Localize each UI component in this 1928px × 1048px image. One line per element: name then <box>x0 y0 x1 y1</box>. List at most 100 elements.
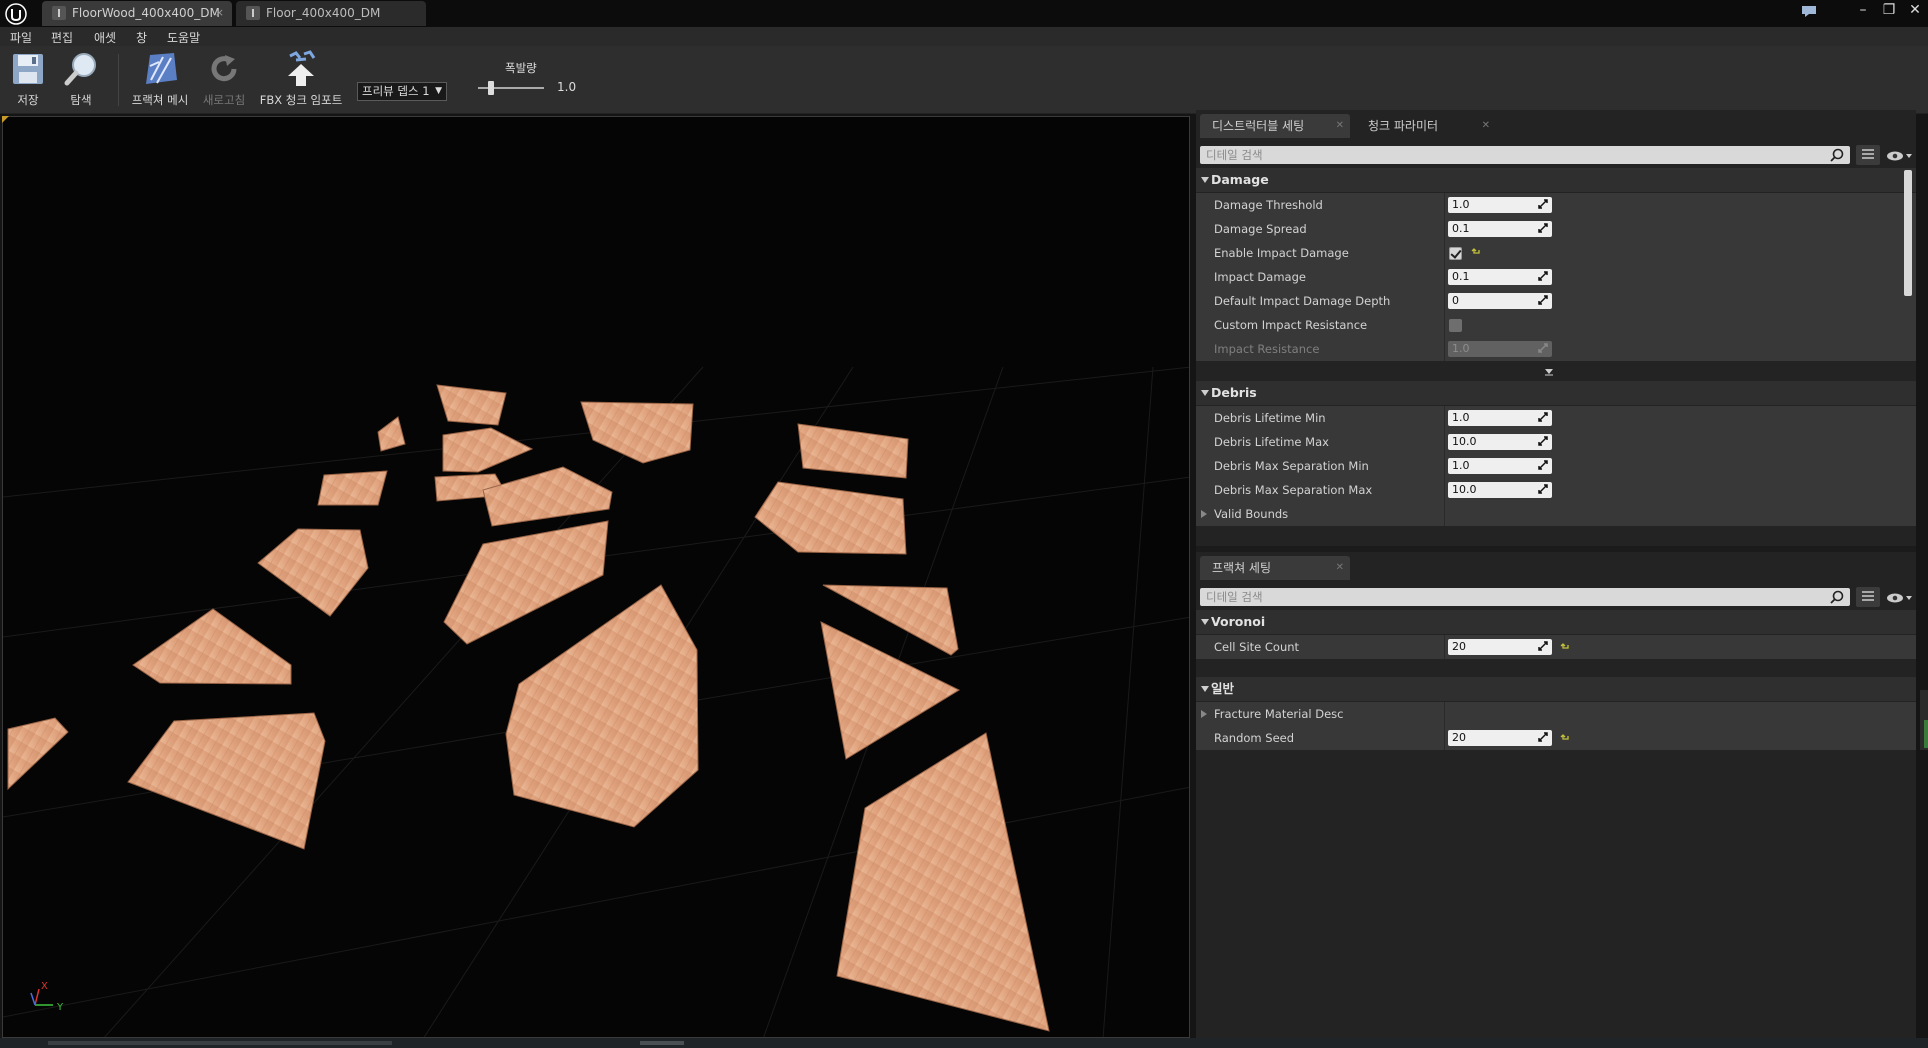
random-seed-input[interactable]: 20 <box>1448 730 1552 746</box>
close-icon[interactable]: × <box>215 1 224 25</box>
close-icon[interactable]: ✕ <box>1336 114 1344 138</box>
property-debris-lifetime-max: Debris Lifetime Max 10.0 <box>1196 430 1916 454</box>
debris-lifetime-min-input[interactable]: 1.0 <box>1448 410 1552 426</box>
column-splitter[interactable] <box>1444 406 1445 430</box>
property-matrix-button[interactable] <box>1856 587 1880 607</box>
panel-divider[interactable] <box>1196 546 1916 552</box>
column-splitter[interactable] <box>1444 265 1445 289</box>
column-splitter[interactable] <box>1444 478 1445 502</box>
category-voronoi[interactable]: Voronoi <box>1196 610 1916 634</box>
column-splitter[interactable] <box>1444 454 1445 478</box>
details-scrollbar[interactable] <box>1904 170 1912 296</box>
category-damage[interactable]: Damage <box>1196 168 1916 192</box>
document-tab-floor[interactable]: Floor_400x400_DM <box>236 1 426 26</box>
tab-chunk-parameters[interactable]: 청크 파라미터 ✕ <box>1356 114 1496 138</box>
column-splitter[interactable] <box>1444 430 1445 454</box>
menu-edit[interactable]: 편집 <box>51 29 73 46</box>
document-tab-floorwood[interactable]: FloorWood_400x400_DM × <box>42 1 232 26</box>
fracture-mesh-button[interactable]: 프랙쳐 메시 <box>130 50 190 108</box>
refresh-button[interactable]: 새로고침 <box>200 50 248 108</box>
view-options-button[interactable] <box>1886 148 1914 162</box>
spin-arrows-icon <box>1538 732 1548 742</box>
numeric-value: 1.0 <box>1452 411 1470 424</box>
menu-window[interactable]: 창 <box>136 29 147 46</box>
damage-threshold-input[interactable]: 1.0 <box>1448 197 1552 213</box>
viewport-scene: X Y <box>3 366 1189 1037</box>
spin-arrows-icon <box>1538 436 1548 446</box>
property-label: Debris Max Separation Max <box>1214 483 1373 497</box>
save-button[interactable]: 저장 <box>8 50 48 108</box>
close-icon[interactable]: ✕ <box>1482 114 1490 138</box>
debris-max-separation-max-input[interactable]: 10.0 <box>1448 482 1552 498</box>
destructible-mesh-icon <box>246 6 260 20</box>
cell-site-count-input[interactable]: 20 <box>1448 639 1552 655</box>
default-impact-damage-depth-input[interactable]: 0 <box>1448 293 1552 309</box>
fracture-search-input[interactable] <box>1206 588 1816 606</box>
property-valid-bounds[interactable]: Valid Bounds <box>1196 502 1916 526</box>
column-splitter[interactable] <box>1444 193 1445 217</box>
minimize-icon[interactable]: – <box>1850 0 1876 22</box>
browse-button[interactable]: 탐색 <box>60 50 102 108</box>
tab-label: 프랙쳐 세팅 <box>1212 561 1272 575</box>
debris-max-separation-min-input[interactable]: 1.0 <box>1448 458 1552 474</box>
column-splitter[interactable] <box>1444 241 1445 265</box>
tab-fracture-settings[interactable]: 프랙쳐 세팅 ✕ <box>1200 556 1350 580</box>
column-splitter[interactable] <box>1444 313 1445 337</box>
enable-impact-damage-checkbox[interactable] <box>1449 247 1462 260</box>
category-debris[interactable]: Debris <box>1196 381 1916 405</box>
menu-help[interactable]: 도움말 <box>167 29 200 46</box>
reset-to-default-icon[interactable] <box>1560 642 1570 652</box>
refresh-icon <box>211 55 237 82</box>
advanced-expand-icon[interactable] <box>1544 368 1554 376</box>
menu-asset[interactable]: 애셋 <box>94 29 116 46</box>
horizontal-scrollbar-thumb[interactable] <box>640 1041 684 1045</box>
property-matrix-button[interactable] <box>1856 145 1880 165</box>
column-splitter[interactable] <box>1444 635 1445 659</box>
property-label: Enable Impact Damage <box>1214 246 1349 260</box>
column-splitter[interactable] <box>1444 217 1445 241</box>
menu-bar: 파일 편집 애셋 창 도움말 <box>0 27 1928 46</box>
category-title: Damage <box>1211 172 1269 187</box>
debris-lifetime-max-input[interactable]: 10.0 <box>1448 434 1552 450</box>
close-icon[interactable]: ✕ <box>1336 556 1344 580</box>
property-label: Debris Lifetime Max <box>1214 435 1329 449</box>
details-search-input[interactable] <box>1206 146 1816 164</box>
toolbar: 저장 탐색 프랙쳐 메시 새로고침 FBX 청크 임포트 프리뷰 뎁스 1 ▼ … <box>0 46 1928 114</box>
column-splitter[interactable] <box>1444 502 1445 526</box>
expand-arrow-icon[interactable] <box>1201 710 1207 718</box>
eye-icon <box>1887 593 1912 603</box>
spin-arrows-icon <box>1538 412 1548 422</box>
property-random-seed: Random Seed 20 <box>1196 726 1916 750</box>
reset-to-default-icon[interactable] <box>1560 733 1570 743</box>
chunk <box>797 423 909 479</box>
toolbar-separator <box>118 54 119 106</box>
custom-impact-resistance-checkbox[interactable] <box>1449 319 1462 332</box>
impact-damage-input[interactable]: 0.1 <box>1448 269 1552 285</box>
close-window-icon[interactable]: ✕ <box>1902 0 1928 22</box>
fbx-chunk-import-button[interactable]: FBX 청크 임포트 <box>258 50 344 108</box>
expand-arrow-icon[interactable] <box>1201 510 1207 518</box>
column-splitter[interactable] <box>1444 726 1445 750</box>
reset-to-default-icon[interactable] <box>1471 247 1481 257</box>
viewport[interactable]: X Y <box>2 116 1190 1038</box>
numeric-value: 1.0 <box>1452 459 1470 472</box>
fracture-search-box[interactable] <box>1200 588 1850 606</box>
column-splitter[interactable] <box>1444 702 1445 726</box>
column-splitter[interactable] <box>1444 337 1445 361</box>
details-search-box[interactable] <box>1200 146 1850 164</box>
property-label: Debris Lifetime Min <box>1214 411 1326 425</box>
chunk <box>442 427 534 473</box>
category-general[interactable]: 일반 <box>1196 677 1916 701</box>
horizontal-scrollbar[interactable] <box>48 1041 392 1045</box>
preview-depth-dropdown[interactable]: 프리뷰 뎁스 1 ▼ <box>357 82 447 101</box>
column-splitter[interactable] <box>1444 289 1445 313</box>
property-debris-max-separation-max: Debris Max Separation Max 10.0 <box>1196 478 1916 502</box>
menu-file[interactable]: 파일 <box>10 29 32 46</box>
view-options-button[interactable] <box>1886 590 1914 604</box>
restore-icon[interactable]: ❐ <box>1876 0 1902 22</box>
explode-amount-slider-handle[interactable] <box>488 81 495 95</box>
damage-spread-input[interactable]: 0.1 <box>1448 221 1552 237</box>
feedback-icon[interactable] <box>1800 3 1818 19</box>
property-fracture-material-desc[interactable]: Fracture Material Desc <box>1196 702 1916 726</box>
tab-destructible-settings[interactable]: 디스트럭터블 세팅 ✕ <box>1200 114 1350 138</box>
